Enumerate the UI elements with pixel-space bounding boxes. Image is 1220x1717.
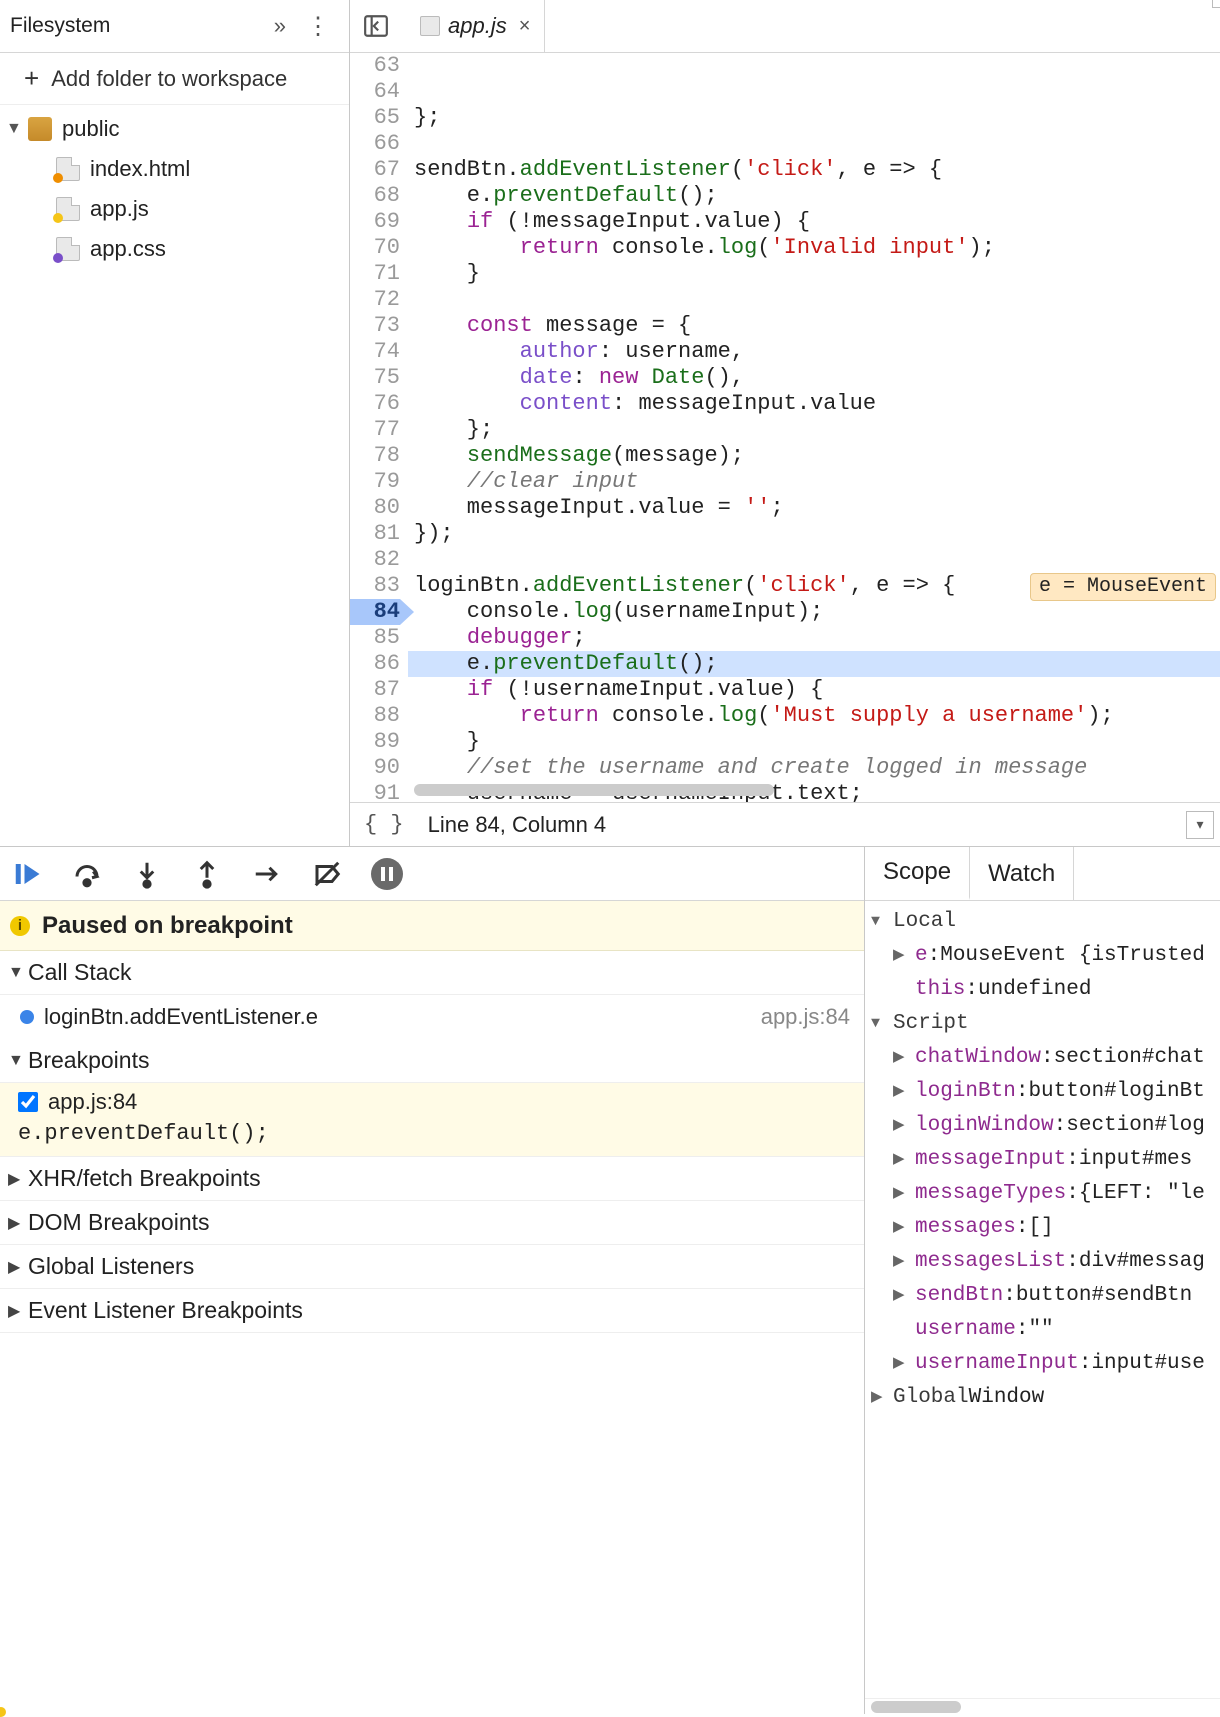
step-out-button[interactable] xyxy=(190,857,224,891)
deactivate-breakpoints-button[interactable] xyxy=(310,857,344,891)
inline-value-hint: e = MouseEvent xyxy=(1030,573,1216,601)
sidebar-header: Filesystem » ⋮ xyxy=(0,0,349,53)
scope-row[interactable]: ▶messageInput: input#mes xyxy=(865,1143,1220,1177)
breakpoint-item[interactable]: app.js:84 e.preventDefault(); xyxy=(0,1083,864,1157)
paused-banner: i Paused on breakpoint xyxy=(0,901,864,951)
scope-row[interactable]: ▶messageTypes: {LEFT: "le xyxy=(865,1177,1220,1211)
scope-row[interactable]: this: undefined xyxy=(865,973,1220,1007)
scope-row[interactable]: ▶GlobalWindow xyxy=(865,1381,1220,1415)
scope-row[interactable]: username: "" xyxy=(865,1313,1220,1347)
editor-statusbar: { } Line 84, Column 4 ▾ xyxy=(350,802,1220,846)
scope-row[interactable]: ▶e: MouseEvent {isTrusted xyxy=(865,939,1220,973)
scope-row[interactable]: ▼Script xyxy=(865,1007,1220,1041)
scope-row[interactable]: ▶usernameInput: input#use xyxy=(865,1347,1220,1381)
editor-tab-appjs[interactable]: app.js × xyxy=(406,0,545,53)
chevron-down-icon: ▼ xyxy=(8,1052,28,1070)
tab-label: app.js xyxy=(448,13,507,39)
close-tab-icon[interactable]: × xyxy=(519,15,531,38)
chevron-right-icon: ▶ xyxy=(8,1301,28,1321)
sidebar-menu-icon[interactable]: ⋮ xyxy=(296,12,339,41)
stack-fn: loginBtn.addEventListener.e xyxy=(44,1004,318,1030)
tree-folder-public[interactable]: ▼ public xyxy=(0,109,349,149)
current-frame-icon xyxy=(20,1010,34,1024)
file-icon xyxy=(56,237,80,261)
event-listener-breakpoints-header[interactable]: ▶ Event Listener Breakpoints xyxy=(0,1289,864,1333)
add-folder-label: Add folder to workspace xyxy=(51,66,287,92)
cursor-position: Line 84, Column 4 xyxy=(428,812,607,838)
scope-row[interactable]: ▼Local xyxy=(865,905,1220,939)
step-into-button[interactable] xyxy=(130,857,164,891)
tree-file-appjs[interactable]: app.js xyxy=(0,189,349,229)
debugger-left-panel: i Paused on breakpoint ▼ Call Stack logi… xyxy=(0,847,865,1714)
folder-icon xyxy=(28,117,52,141)
horizontal-scrollbar[interactable] xyxy=(414,784,774,796)
file-icon xyxy=(420,16,440,36)
scope-tabs: Scope Watch xyxy=(865,847,1220,901)
paused-message: Paused on breakpoint xyxy=(42,912,293,940)
file-icon xyxy=(56,197,80,221)
chevron-right-icon: ▶ xyxy=(8,1213,28,1233)
file-label: app.js xyxy=(90,189,149,229)
add-folder-button[interactable]: + Add folder to workspace xyxy=(0,53,349,105)
file-label: app.css xyxy=(90,229,166,269)
resume-button[interactable] xyxy=(10,857,44,891)
code-content[interactable]: };sendBtn.addEventListener('click', e =>… xyxy=(408,53,1220,802)
step-over-button[interactable] xyxy=(70,857,104,891)
sidebar-title: Filesystem xyxy=(10,14,264,38)
stack-loc: app.js:84 xyxy=(761,1004,850,1030)
scope-row[interactable]: ▶chatWindow: section#chat xyxy=(865,1041,1220,1075)
scope-horizontal-scrollbar[interactable] xyxy=(865,1698,1220,1714)
tree-file-appcss[interactable]: app.css xyxy=(0,229,349,269)
chevron-right-icon: ▶ xyxy=(8,1169,28,1189)
tree-file-index[interactable]: index.html xyxy=(0,149,349,189)
scope-tree[interactable]: ▼Local▶e: MouseEvent {isTrustedthis: und… xyxy=(865,901,1220,1698)
scope-row[interactable]: ▶sendBtn: button#sendBtn xyxy=(865,1279,1220,1313)
pretty-print-icon[interactable]: { } xyxy=(364,812,404,837)
chevron-down-icon: ▼ xyxy=(8,964,28,982)
breakpoint-label: app.js:84 xyxy=(48,1089,137,1115)
editor-tabbar: app.js × xyxy=(350,0,1220,53)
section-label: Call Stack xyxy=(28,959,132,986)
breakpoint-checkbox[interactable] xyxy=(18,1092,38,1112)
scope-row[interactable]: ▶messagesList: div#messag xyxy=(865,1245,1220,1279)
folder-label: public xyxy=(62,109,119,149)
scope-row[interactable]: ▶loginWindow: section#log xyxy=(865,1109,1220,1143)
section-label: Event Listener Breakpoints xyxy=(28,1297,303,1324)
step-button[interactable] xyxy=(250,857,284,891)
file-label: index.html xyxy=(90,149,190,189)
line-gutter: 6364656667686970717273747576777879808182… xyxy=(350,53,408,802)
more-tabs-icon[interactable]: » xyxy=(264,13,296,39)
breakpoint-code: e.preventDefault(); xyxy=(18,1121,850,1146)
editor-area: app.js × 6364656667686970717273747576777… xyxy=(350,0,1220,846)
tab-scope[interactable]: Scope xyxy=(865,847,970,900)
info-icon: i xyxy=(10,916,30,936)
chevron-down-icon: ▼ xyxy=(6,109,28,149)
global-listeners-header[interactable]: ▶ Global Listeners xyxy=(0,1245,864,1289)
call-stack-header[interactable]: ▼ Call Stack xyxy=(0,951,864,995)
tab-watch[interactable]: Watch xyxy=(970,847,1074,900)
statusbar-dropdown-icon[interactable]: ▾ xyxy=(1186,811,1214,839)
scope-row[interactable]: ▶messages: [] xyxy=(865,1211,1220,1245)
toggle-navigator-button[interactable] xyxy=(356,8,396,44)
breakpoints-header[interactable]: ▼ Breakpoints xyxy=(0,1039,864,1083)
section-label: Global Listeners xyxy=(28,1253,194,1280)
call-stack-frame[interactable]: loginBtn.addEventListener.e app.js:84 xyxy=(0,995,864,1039)
pause-icon xyxy=(371,858,403,890)
section-label: XHR/fetch Breakpoints xyxy=(28,1165,261,1192)
file-tree: ▼ public index.html app.js app.css xyxy=(0,105,349,269)
filesystem-sidebar: Filesystem » ⋮ + Add folder to workspace… xyxy=(0,0,350,846)
section-label: DOM Breakpoints xyxy=(28,1209,210,1236)
pause-exceptions-button[interactable] xyxy=(370,857,404,891)
code-editor[interactable]: 6364656667686970717273747576777879808182… xyxy=(350,53,1220,802)
debugger-toolbar xyxy=(0,847,864,901)
debugger-right-panel: Scope Watch ▼Local▶e: MouseEvent {isTrus… xyxy=(865,847,1220,1714)
section-label: Breakpoints xyxy=(28,1047,149,1074)
chevron-right-icon: ▶ xyxy=(8,1257,28,1277)
scope-row[interactable]: ▶loginBtn: button#loginBt xyxy=(865,1075,1220,1109)
dom-breakpoints-header[interactable]: ▶ DOM Breakpoints xyxy=(0,1201,864,1245)
file-icon xyxy=(56,157,80,181)
plus-icon: + xyxy=(24,63,39,94)
xhr-breakpoints-header[interactable]: ▶ XHR/fetch Breakpoints xyxy=(0,1157,864,1201)
